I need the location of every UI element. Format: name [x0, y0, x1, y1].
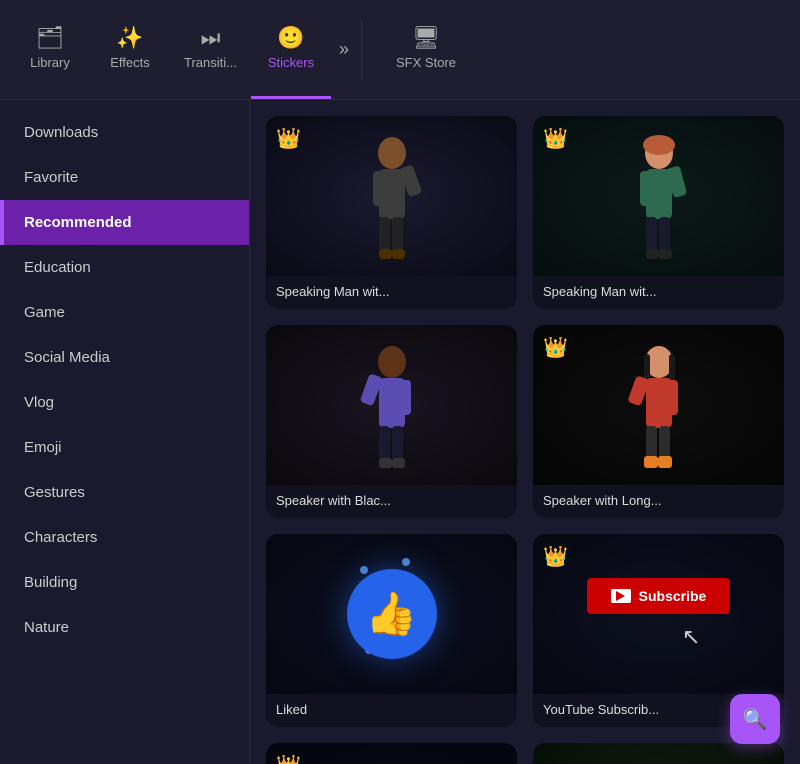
crown-icon-man4: 👑 [543, 335, 568, 360]
sidebar-item-social-media[interactable]: Social Media [0, 335, 249, 380]
sticker-thumb-man3 [266, 325, 517, 485]
sticker-thumb-subscribe: 👑 Subscribe ↖ [533, 534, 784, 694]
crown-icon-man2: 👑 [543, 126, 568, 151]
sidebar-item-education[interactable]: Education [0, 245, 249, 290]
nav-label-transitions: Transiti... [184, 55, 237, 70]
sidebar-item-vlog[interactable]: Vlog [0, 380, 249, 425]
stickers-icon: 🙂 [277, 27, 304, 49]
sidebar-item-downloads[interactable]: Downloads [0, 110, 249, 155]
follow-visual: 🐦 Follow me [285, 743, 499, 764]
sticker-thumb-follow: 👑 🐦 Follow me [266, 743, 517, 764]
sticker-label-man1: Speaking Man wit... [266, 276, 517, 309]
sidebar-item-gestures[interactable]: Gestures [0, 470, 249, 515]
sfxstore-icon: 🖥 [412, 27, 440, 49]
nav-label-effects: Effects [110, 55, 150, 70]
character-svg-man3 [357, 340, 427, 470]
sidebar-item-nature[interactable]: Nature [0, 605, 249, 650]
sticker-speaking-man1[interactable]: 👑 Speaking Man wit... [266, 116, 517, 309]
nav-item-library[interactable]: 🗂 Library [10, 0, 90, 99]
sidebar-item-emoji[interactable]: Emoji [0, 425, 249, 470]
sticker-building[interactable] [533, 743, 784, 764]
nav-label-sfxstore: SFX Store [396, 55, 456, 70]
youtube-icon [611, 589, 631, 603]
character-svg-man2 [624, 131, 694, 261]
character-svg-man4 [624, 340, 694, 470]
building-visual [609, 743, 709, 764]
sticker-follow-me[interactable]: 👑 🐦 Follow me Follow me [266, 743, 517, 764]
sidebar-item-favorite[interactable]: Favorite [0, 155, 249, 200]
sticker-thumb-liked: 👍 [266, 534, 517, 694]
top-navigation: 🗂 Library ✨ Effects ⏭ Transiti... 🙂 Stic… [0, 0, 800, 100]
stickers-content: 👑 Speaking Man wit... [250, 100, 800, 764]
sticker-label-man4: Speaker with Long... [533, 485, 784, 518]
subscribe-visual: Subscribe ↖ [587, 534, 731, 694]
sticker-label-man2: Speaking Man wit... [533, 276, 784, 309]
character-svg-man1 [357, 131, 427, 261]
subscribe-button-visual: Subscribe [587, 578, 731, 614]
sticker-thumb-man2: 👑 [533, 116, 784, 276]
thumbs-up-icon: 👍 [347, 569, 437, 659]
sidebar-item-characters[interactable]: Characters [0, 515, 249, 560]
sidebar-item-building[interactable]: Building [0, 560, 249, 605]
sticker-thumb-man1: 👑 [266, 116, 517, 276]
sticker-speaking-man2[interactable]: 👑 Speaking Man wit... [533, 116, 784, 309]
nav-item-transitions[interactable]: ⏭ Transiti... [170, 0, 251, 99]
nav-label-stickers: Stickers [268, 55, 314, 70]
sticker-speaker-long[interactable]: 👑 [533, 325, 784, 518]
sticker-thumb-man4: 👑 [533, 325, 784, 485]
liked-visual: 👍 [347, 534, 437, 694]
search-icon: 🔍 [743, 707, 768, 732]
youtube-play-icon [616, 591, 625, 601]
crown-icon-follow: 👑 [276, 753, 301, 764]
crown-icon-subscribe: 👑 [543, 544, 568, 569]
sidebar-item-recommended[interactable]: Recommended [0, 200, 249, 245]
main-layout: Downloads Favorite Recommended Education… [0, 100, 800, 764]
sparkle-6 [402, 558, 410, 566]
nav-label-library: Library [30, 55, 70, 70]
nav-more-button[interactable]: » [331, 0, 357, 99]
library-icon: 🗂 [36, 27, 64, 49]
subscribe-text: Subscribe [639, 588, 707, 604]
effects-icon: ✨ [116, 27, 143, 49]
sidebar: Downloads Favorite Recommended Education… [0, 100, 250, 764]
sparkle-1 [360, 566, 368, 574]
crown-icon-man1: 👑 [276, 126, 301, 151]
sticker-label-liked: Liked [266, 694, 517, 727]
cursor-icon: ↖ [682, 624, 700, 650]
sticker-thumb-building [533, 743, 784, 764]
sticker-speaker-black[interactable]: Speaker with Blac... [266, 325, 517, 518]
nav-item-stickers[interactable]: 🙂 Stickers [251, 0, 331, 99]
search-button[interactable]: 🔍 [730, 694, 780, 744]
sticker-liked[interactable]: 👍 Liked [266, 534, 517, 727]
sidebar-item-game[interactable]: Game [0, 290, 249, 335]
transitions-icon: ⏭ [201, 27, 221, 49]
nav-item-sfxstore[interactable]: 🖥 SFX Store [366, 0, 486, 99]
stickers-grid: 👑 Speaking Man wit... [266, 116, 784, 764]
nav-item-effects[interactable]: ✨ Effects [90, 0, 170, 99]
sticker-label-man3: Speaker with Blac... [266, 485, 517, 518]
nav-divider [361, 20, 362, 80]
